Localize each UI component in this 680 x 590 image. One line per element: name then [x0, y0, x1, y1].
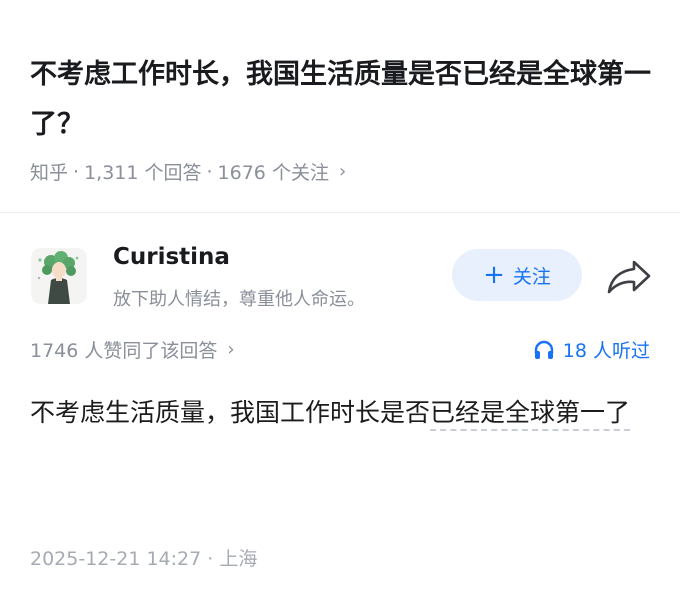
answer-link[interactable]: 已经是全球第一了 — [430, 398, 631, 431]
likes-count[interactable]: 1746 人赞同了该回答 › — [30, 336, 235, 363]
question-meta[interactable]: 知乎 · 1,311 个回答 · 1676 个关注 › — [30, 158, 346, 185]
listen-count[interactable]: 18 人听过 — [533, 336, 650, 363]
share-icon[interactable] — [606, 258, 652, 296]
divider — [0, 212, 680, 213]
follow-button[interactable]: + 关注 — [452, 249, 582, 301]
avatar[interactable] — [31, 248, 87, 304]
author-name[interactable]: Curistina — [113, 244, 230, 270]
chevron-right-icon: › — [338, 161, 347, 182]
answer-footer: 2025-12-21 14:27 · 上海 — [30, 544, 257, 571]
headphones-icon — [534, 340, 553, 359]
answer-count: 1,311 个回答 — [84, 162, 202, 184]
chevron-right-icon: › — [227, 339, 235, 360]
plus-icon: + — [483, 260, 505, 290]
meta-separator: · — [73, 160, 80, 183]
likes-label: 1746 人赞同了该回答 — [30, 340, 218, 362]
answer-text: 不考虑生活质量，我国工作时长是否 — [30, 398, 431, 427]
question-title[interactable]: 不考虑工作时长，我国生活质量是否已经是全球第一了？ — [30, 50, 660, 150]
answer-date: 2025-12-21 14:27 — [30, 548, 202, 570]
source-label: 知乎 — [30, 162, 69, 184]
footer-separator: · — [201, 548, 220, 570]
follow-label: 关注 — [512, 265, 551, 288]
listen-label: 18 人听过 — [562, 340, 650, 362]
meta-separator: · — [206, 160, 213, 183]
author-bio: 放下助人情结，尊重他人命运。 — [113, 289, 365, 310]
answer-content: 不考虑生活质量，我国工作时长是否已经是全球第一了 — [30, 390, 655, 436]
answer-location: 上海 — [219, 548, 258, 570]
follower-count: 1676 个关注 — [217, 162, 329, 184]
